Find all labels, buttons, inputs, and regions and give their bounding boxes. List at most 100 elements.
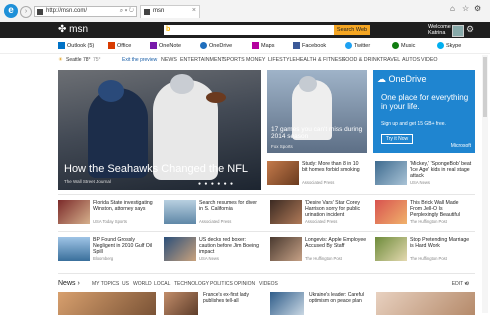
list-item[interactable]: BP Found Grossly Negligent in 2010 Gulf …: [58, 237, 158, 262]
story-title[interactable]: Ukraine's leader: Careful optimism on pe…: [309, 292, 369, 304]
story-thumbnail[interactable]: [164, 292, 198, 315]
list-item[interactable]: Study: More than 8 in 10 bit homes forbi…: [267, 161, 367, 186]
app-skype[interactable]: Skype: [437, 42, 461, 49]
story-source: Associated Press: [302, 180, 335, 185]
app-facebook[interactable]: Facebook: [293, 42, 326, 49]
tab-opinion[interactable]: OPINION: [234, 281, 255, 287]
story-title[interactable]: BP Found Grossly Negligent in 2010 Gulf …: [93, 237, 155, 255]
news-title[interactable]: News ›: [58, 280, 80, 287]
nav-news[interactable]: NEWS: [161, 57, 177, 63]
search-web-button[interactable]: Search Web: [334, 25, 370, 35]
carousel-dots[interactable]: ● ● ● ● ● ●: [198, 181, 234, 187]
list-item[interactable]: US decks red boxer: caution before Jim B…: [164, 237, 264, 262]
story-source: USA News: [199, 256, 220, 261]
hero-title[interactable]: How the Seahawks Changed the NFL: [64, 163, 248, 175]
app-maps[interactable]: Maps: [252, 42, 274, 49]
app-onenote[interactable]: OneNote: [150, 42, 181, 49]
story-title[interactable]: Search resumes for diver in S. Californi…: [199, 200, 261, 212]
address-bar[interactable]: http://msn.com/ ⌕ ▾ ↻: [34, 6, 137, 17]
nav-money[interactable]: MONEY: [246, 57, 265, 63]
nav-health-fitness[interactable]: HEALTH & FITNESS: [296, 57, 345, 63]
exit-preview-link[interactable]: Exit the preview: [122, 57, 157, 63]
scrollbar-thumb[interactable]: [483, 57, 487, 117]
tab-videos[interactable]: VIDEOS: [259, 281, 278, 287]
tab-world[interactable]: WORLD: [133, 281, 152, 287]
list-item[interactable]: Stop Pretending Marriage is Hard Work Th…: [375, 237, 475, 262]
nav-travel[interactable]: TRAVEL: [380, 57, 400, 63]
list-item[interactable]: This Brick Wall Made From Jell-O Is Perp…: [375, 200, 475, 225]
app-onedrive[interactable]: OneDrive: [200, 42, 232, 49]
story-thumbnail[interactable]: [270, 292, 304, 315]
hero-story[interactable]: How the Seahawks Changed the NFL The Wal…: [58, 70, 261, 190]
story-thumbnail: [267, 161, 299, 185]
story-title[interactable]: Florida State investigating Winston, att…: [93, 200, 155, 212]
story-title[interactable]: US decks red boxer: caution before Jim B…: [199, 237, 261, 255]
browser-tab-msn[interactable]: msn ×: [140, 5, 200, 18]
story-title[interactable]: 'Desire Vars' Star Corey Harrison sorry …: [305, 200, 367, 218]
story-title[interactable]: This Brick Wall Made From Jell-O Is Perp…: [410, 200, 472, 218]
story-title[interactable]: 'Mickey,' 'SpongeBob' beat 'Ice Age' kid…: [410, 161, 472, 179]
nav-sports[interactable]: SPORTS: [223, 57, 245, 63]
favorites-icon[interactable]: ☆: [462, 4, 469, 13]
tab-my-topics[interactable]: MY TOPICS: [92, 281, 119, 287]
scrollbar[interactable]: [482, 55, 488, 313]
hero-helmet-right: [170, 74, 194, 94]
msn-header: ✤ msn b Search Web Welcome Katrina ⚙: [0, 22, 490, 38]
story-thumbnail: [270, 200, 302, 224]
story-thumbnail: [58, 200, 90, 224]
story-title[interactable]: France's ex-first lady publishes tell-al…: [203, 292, 263, 304]
feature-source: Fox Sports: [271, 144, 293, 149]
address-refresh-icon[interactable]: ⌕ ▾ ↻: [120, 8, 134, 15]
story-source: Associated Press: [305, 219, 338, 224]
app-outlook[interactable]: Outlook (5): [58, 42, 94, 49]
browser-logo-icon: e: [4, 4, 18, 18]
gear-icon[interactable]: ⚙: [465, 281, 469, 287]
app-twitter[interactable]: Twitter: [345, 42, 370, 49]
nav-entertainment[interactable]: ENTERTAINMENT: [180, 57, 225, 63]
list-item[interactable]: Florida State investigating Winston, att…: [58, 200, 158, 225]
news-strip: France's ex-first lady publishes tell-al…: [58, 292, 475, 315]
list-item[interactable]: 'Mickey,' 'SpongeBob' beat 'Ice Age' kid…: [375, 161, 475, 186]
list-item[interactable]: Longevis: Apple Employee Accused By Staf…: [270, 237, 370, 262]
home-icon[interactable]: ⌂: [450, 4, 455, 13]
avatar[interactable]: [452, 25, 464, 37]
nav-food-drink[interactable]: FOOD & DRINK: [342, 57, 380, 63]
forward-icon[interactable]: ›: [20, 6, 32, 18]
list-item[interactable]: 'Desire Vars' Star Corey Harrison sorry …: [270, 200, 370, 225]
weather-city[interactable]: Seattle 78°: [66, 57, 91, 63]
tab-us[interactable]: US: [122, 281, 129, 287]
story-title[interactable]: Longevis: Apple Employee Accused By Staf…: [305, 237, 367, 249]
msn-logo[interactable]: ✤ msn: [58, 24, 88, 35]
category-nav: ☀ Seattle 78° 75° Exit the preview NEWS …: [0, 55, 490, 66]
microsoft-brand: Microsoft: [450, 143, 471, 149]
nav-video[interactable]: VIDEO: [421, 57, 437, 63]
welcome-text[interactable]: Welcome Katrina: [428, 24, 451, 36]
story-thumbnail[interactable]: [376, 292, 475, 315]
address-text[interactable]: http://msn.com/: [46, 8, 87, 14]
ad-subtext: Sign up and get 15 GB+ free.: [381, 121, 446, 127]
feature-title[interactable]: 17 games you can't miss during 2014 seas…: [271, 126, 365, 140]
nav-autos[interactable]: AUTOS: [402, 57, 420, 63]
feature-story[interactable]: 17 games you can't miss during 2014 seas…: [267, 70, 367, 153]
tab-politics[interactable]: POLITICS: [210, 281, 233, 287]
app-music[interactable]: Music: [392, 42, 415, 49]
app-office[interactable]: Office: [108, 42, 131, 49]
gear-icon[interactable]: ⚙: [466, 24, 474, 35]
list-item[interactable]: Search resumes for diver in S. Californi…: [164, 200, 264, 225]
tab-local[interactable]: LOCAL: [154, 281, 170, 287]
tab-technology[interactable]: TECHNOLOGY: [174, 281, 209, 287]
settings-icon[interactable]: ⚙: [474, 4, 481, 13]
search-input[interactable]: b: [164, 25, 334, 35]
story-title[interactable]: Stop Pretending Marriage is Hard Work: [410, 237, 472, 249]
tab-close-icon[interactable]: ×: [192, 7, 196, 14]
nav-lifestyle[interactable]: LIFESTYLE: [268, 57, 296, 63]
story-source: USA News: [410, 180, 431, 185]
divider: [58, 231, 475, 232]
sun-icon: ☀: [58, 57, 63, 63]
try-it-now-button[interactable]: Try it Now: [381, 134, 413, 144]
story-thumbnail[interactable]: [58, 292, 156, 315]
story-source: The Huffington Post: [410, 219, 447, 224]
story-title[interactable]: Study: More than 8 in 10 bit homes forbi…: [302, 161, 364, 173]
hero-source: The Wall Street Journal: [64, 179, 111, 184]
onedrive-ad[interactable]: ☁ OneDrive One place for everything in y…: [373, 70, 475, 153]
